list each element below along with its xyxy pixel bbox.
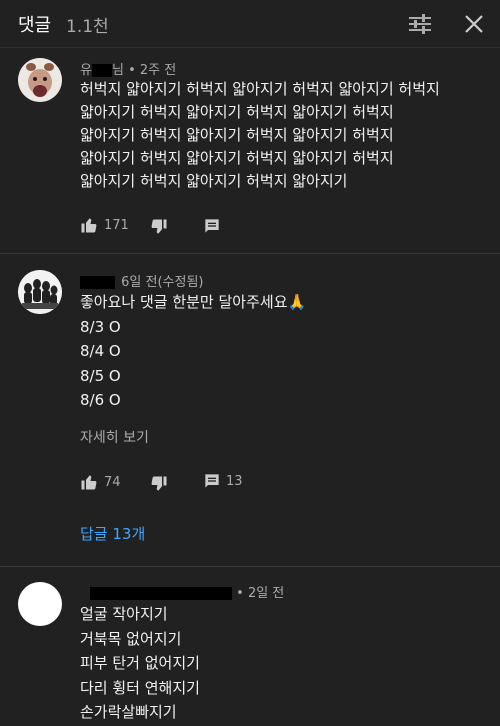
- comment-text: 허벅지 얇아지기 허벅지 얇아지기 허벅지 얇아지기 허벅지 얇아지기 허벅지 …: [80, 80, 440, 190]
- comment-meta: 유 님 • 2주 전: [80, 59, 176, 78]
- author-name-suffix: 님: [111, 63, 124, 78]
- dislike-button[interactable]: [150, 475, 168, 493]
- comment-item: • 2일 전 얼굴 작아지기 거북목 없어지기 피부 탄거 없어지기 다리 휭터…: [0, 576, 500, 726]
- avatar[interactable]: [18, 582, 62, 626]
- comment-text: 얼굴 작아지기 거북목 없어지기 피부 탄거 없어지기 다리 휭터 연해지기 손…: [80, 605, 200, 721]
- like-count: 171: [104, 217, 129, 233]
- reply-button[interactable]: 13: [204, 473, 243, 489]
- redacted-author: [91, 64, 112, 77]
- comment-time: • 2주 전: [123, 63, 177, 78]
- redacted-author: [80, 276, 115, 289]
- comment-item: 유 님 • 2주 전 허벅지 얇아지기 허벅지 얇아지기 허벅지 얇아지기 허벅지…: [0, 56, 500, 250]
- author-name[interactable]: 유: [80, 63, 92, 78]
- avatar[interactable]: [18, 58, 62, 102]
- view-replies-button[interactable]: 답글 13개: [80, 523, 145, 544]
- comment-actions: 171: [80, 216, 280, 238]
- comment-item: 6일 전(수정됨) 좋아요나 댓글 한분만 달아주세요🙏 8/3 O 8/4 O…: [0, 266, 500, 556]
- divider: [0, 253, 500, 254]
- thumbs-up-icon: [80, 473, 98, 491]
- like-button[interactable]: 171: [80, 216, 129, 234]
- reply-count: 13: [226, 473, 243, 489]
- read-more-link[interactable]: 자세히 보기: [80, 427, 149, 447]
- comment-icon: [204, 218, 220, 234]
- comments-header: 댓글 1.1천: [0, 0, 500, 48]
- sort-icon[interactable]: [407, 12, 433, 36]
- comment-icon: [204, 473, 220, 489]
- comment-time: • 2일 전: [236, 586, 285, 601]
- comments-count: 1.1천: [66, 17, 109, 37]
- thumbs-down-icon: [150, 218, 168, 236]
- comment-meta: • 2일 전: [80, 582, 284, 601]
- comment-actions: 74 13: [80, 473, 330, 495]
- like-count: 74: [104, 474, 121, 490]
- divider: [0, 566, 500, 567]
- thumbs-up-icon: [80, 216, 98, 234]
- close-icon[interactable]: [462, 12, 486, 36]
- avatar[interactable]: [18, 270, 62, 314]
- reply-button[interactable]: [204, 218, 220, 234]
- comment-time: 6일 전(수정됨): [121, 275, 204, 290]
- thumbs-down-icon: [150, 475, 168, 493]
- dislike-button[interactable]: [150, 218, 168, 236]
- comment-meta: 6일 전(수정됨): [80, 271, 204, 290]
- redacted-author: [90, 587, 232, 600]
- like-button[interactable]: 74: [80, 473, 121, 491]
- comments-title: 댓글: [18, 15, 52, 36]
- comment-text: 좋아요나 댓글 한분만 달아주세요🙏 8/3 O 8/4 O 8/5 O 8/6…: [80, 293, 307, 409]
